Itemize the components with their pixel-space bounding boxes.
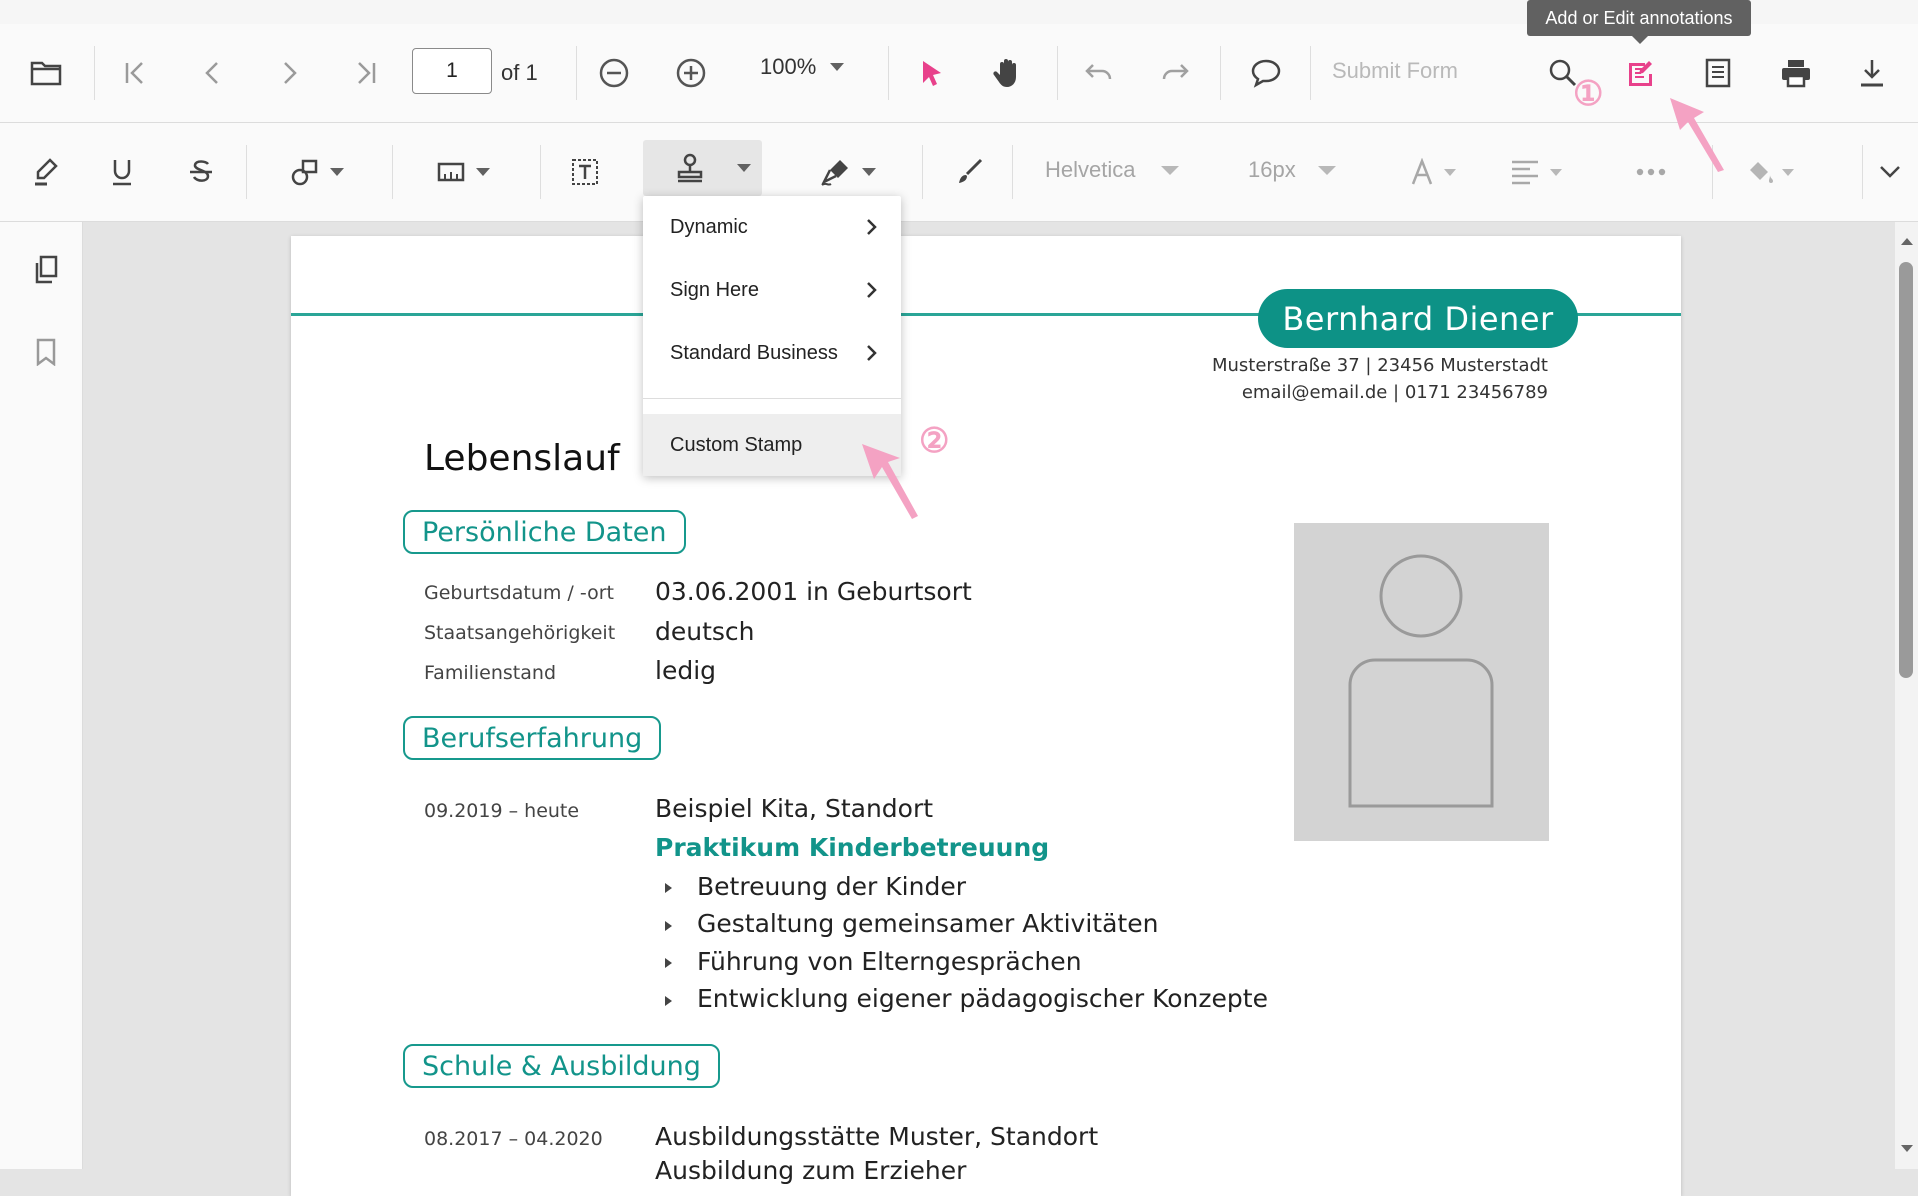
chevron-down-icon: [830, 63, 845, 71]
bullet-marker: [665, 958, 672, 968]
chevron-down-icon: [476, 168, 490, 176]
pdf-page: Bernhard Diener Musterstraße 37 | 23456 …: [291, 236, 1681, 1196]
chevron-right-icon: [867, 345, 877, 361]
free-text-icon[interactable]: [570, 157, 600, 187]
edit-annotation-icon[interactable]: [1625, 58, 1655, 88]
annotation-tooltip: Add or Edit annotations: [1527, 0, 1751, 36]
shape-tool-dropdown[interactable]: [290, 157, 344, 187]
measure-tool-dropdown[interactable]: [436, 159, 490, 185]
menu-item-label: Custom Stamp: [670, 433, 803, 456]
menu-item-standard-business[interactable]: Standard Business: [643, 322, 901, 384]
school-role: Ausbildung zum Erzieher: [655, 1156, 967, 1185]
main-toolbar: of 1 100% Submit Form: [0, 24, 1918, 123]
first-page-icon[interactable]: [122, 60, 148, 86]
period-label: 09.2019 – heute: [424, 800, 580, 822]
select-pointer-icon[interactable]: [920, 59, 944, 87]
pointer-arrow-icon: [862, 444, 918, 519]
undo-icon[interactable]: [1082, 62, 1114, 84]
field-label: Geburtsdatum / -ort: [424, 582, 614, 604]
menu-item-sign-here[interactable]: Sign Here: [643, 259, 901, 321]
zoom-out-icon[interactable]: [598, 57, 630, 89]
last-page-icon[interactable]: [353, 60, 379, 86]
section-heading: Berufserfahrung: [403, 716, 662, 760]
scroll-thumb[interactable]: [1899, 262, 1913, 678]
chevron-down-icon: [737, 164, 751, 172]
print-icon[interactable]: [1780, 58, 1812, 88]
person-icon: [1348, 554, 1494, 808]
list-item: Gestaltung gemeinsamer Aktivitäten: [697, 909, 1159, 938]
school-name: Ausbildungsstätte Muster, Standort: [655, 1122, 1099, 1151]
name-banner: Bernhard Diener: [1258, 289, 1578, 348]
pan-hand-icon[interactable]: [992, 57, 1022, 89]
pointer-arrow-icon: [1670, 98, 1724, 172]
page-count-label: of 1: [501, 60, 538, 85]
photo-placeholder: [1294, 523, 1549, 841]
contact-line: email@email.de | 0171 23456789: [1241, 382, 1548, 403]
job-role: Praktikum Kinderbetreuung: [655, 833, 1050, 862]
left-sidebar: [0, 222, 83, 1169]
menu-item-label: Standard Business: [670, 341, 838, 364]
zoom-value: 100%: [760, 54, 817, 79]
bookmark-icon[interactable]: [35, 338, 57, 366]
list-item: Entwicklung eigener pädagogischer Konzep…: [697, 984, 1268, 1013]
employer: Beispiel Kita, Standort: [655, 794, 934, 823]
bullet-marker: [665, 996, 672, 1006]
page-thumbnails-icon[interactable]: [33, 255, 59, 285]
strikethrough-icon[interactable]: [188, 157, 214, 187]
stamp-tool-dropdown[interactable]: [643, 140, 762, 196]
callout-number-1: ①: [1573, 75, 1604, 113]
section-heading: Schule & Ausbildung: [403, 1044, 720, 1088]
annotation-toolbar: [0, 123, 1918, 222]
chevron-down-icon: [330, 168, 344, 176]
previous-page-icon[interactable]: [202, 60, 222, 86]
field-label: Staatsangehörigkeit: [424, 622, 616, 644]
bullet-marker: [665, 921, 672, 931]
list-item: Führung von Elterngesprächen: [697, 947, 1082, 976]
address-line: Musterstraße 37 | 23456 Musterstadt: [1211, 355, 1548, 376]
shapes-icon: [291, 159, 318, 186]
callout-number-2: ②: [919, 422, 950, 460]
download-icon[interactable]: [1859, 58, 1885, 88]
field-value: 03.06.2001 in Geburtsort: [655, 577, 972, 606]
form-designer-icon[interactable]: [1705, 58, 1731, 88]
list-item: Betreuung der Kinder: [697, 872, 966, 901]
field-value: deutsch: [655, 617, 755, 646]
stamp-menu: Dynamic Sign Here Standard Business Cust…: [643, 196, 901, 476]
tooltip-arrow: [1632, 36, 1648, 44]
ruler-icon: [437, 162, 465, 182]
next-page-icon[interactable]: [280, 60, 300, 86]
open-file-icon[interactable]: [30, 59, 62, 87]
menu-divider: [643, 398, 901, 399]
bullet-marker: [665, 883, 672, 893]
section-heading: Persönliche Daten: [403, 510, 686, 554]
scroll-up-icon: [1901, 238, 1913, 245]
submit-form-button[interactable]: Submit Form: [1332, 58, 1458, 84]
redo-icon[interactable]: [1160, 62, 1192, 84]
menu-item-dynamic[interactable]: Dynamic: [643, 196, 901, 258]
chevron-right-icon: [867, 282, 877, 298]
period-label: 08.2017 – 04.2020: [424, 1128, 603, 1150]
zoom-dropdown[interactable]: 100%: [760, 54, 845, 80]
highlight-icon[interactable]: [32, 157, 60, 187]
underline-icon[interactable]: [110, 157, 134, 187]
document-title: Lebenslauf: [424, 438, 620, 479]
comment-icon[interactable]: [1250, 58, 1282, 88]
field-label: Familienstand: [424, 662, 556, 684]
scroll-down-icon: [1901, 1145, 1913, 1152]
stamp-icon: [677, 153, 703, 183]
chevron-right-icon: [867, 219, 877, 235]
field-value: ledig: [655, 656, 717, 685]
zoom-in-icon[interactable]: [675, 57, 707, 89]
menu-item-label: Sign Here: [670, 278, 759, 301]
menu-item-label: Dynamic: [670, 215, 748, 238]
page-number-input[interactable]: [412, 48, 492, 94]
